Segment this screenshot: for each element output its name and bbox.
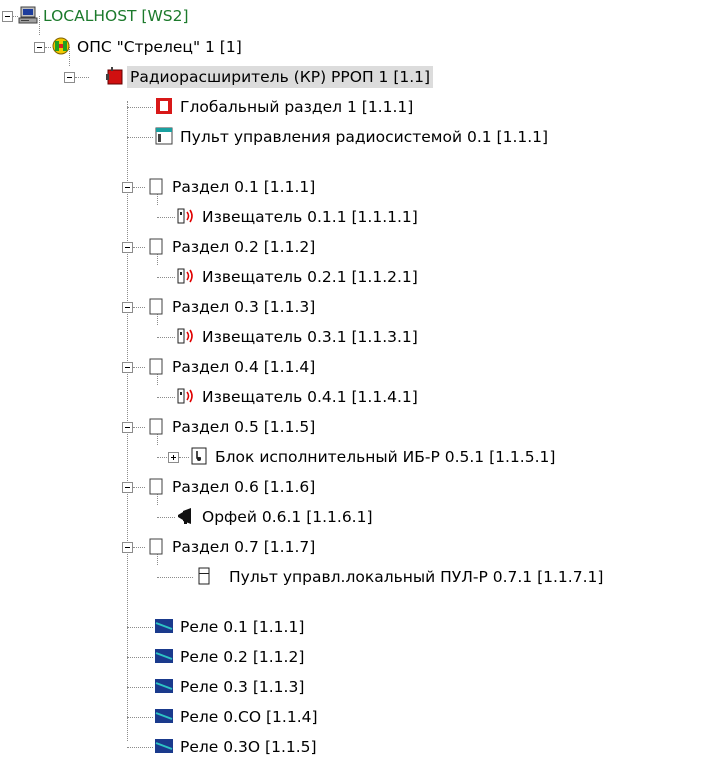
section-icon [149,178,163,195]
section-icon [149,298,163,315]
tree-node-detector[interactable]: Извещатель 0.4.1 [1.1.4.1] [0,382,724,412]
collapse-toggle[interactable] [122,422,133,433]
control-panel-icon [155,127,173,145]
tree-node-section[interactable]: Раздел 0.2 [1.1.2] [0,232,724,262]
node-label: Раздел 0.7 [1.1.7] [172,538,316,556]
node-label: Извещатель 0.1.1 [1.1.1.1] [202,208,418,226]
node-label: Реле 0.2 [1.1.2] [180,648,305,666]
node-label: Глобальный раздел 1 [1.1.1] [180,98,414,116]
strelets-panel-icon [52,37,70,55]
collapse-toggle[interactable] [122,482,133,493]
section-icon [149,538,163,555]
tree-node-section[interactable]: Раздел 0.1 [1.1.1] [0,172,724,202]
radio-expander-icon [106,67,123,85]
section-icon [149,238,163,255]
detector-icon [177,268,193,284]
siren-icon [178,508,191,524]
detector-icon [177,328,193,344]
node-label: Пульт управл.локальный ПУЛ-Р 0.7.1 [1.1.… [229,568,604,586]
section-icon [149,418,163,435]
tree-node-relay[interactable]: Реле 0.2 [1.1.2] [0,642,724,672]
node-label: Блок исполнительный ИБ-Р 0.5.1 [1.1.5.1] [215,448,556,466]
tree-node-local-panel[interactable]: Пульт управл.локальный ПУЛ-Р 0.7.1 [1.1.… [0,562,724,592]
tree-node-localhost[interactable]: LOCALHOST [WS2] [0,1,724,31]
tree-node-global-section[interactable]: Глобальный раздел 1 [1.1.1] [0,92,724,122]
local-panel-icon [198,567,210,585]
tree-node-detector[interactable]: Извещатель 0.1.1 [1.1.1.1] [0,202,724,232]
tree-node-relay[interactable]: Реле 0.1 [1.1.1] [0,612,724,642]
node-label: Пульт управления радиосистемой 0.1 [1.1.… [180,128,549,146]
global-section-icon [156,98,172,114]
tree-node-detector[interactable]: Извещатель 0.3.1 [1.1.3.1] [0,322,724,352]
collapse-toggle[interactable] [122,242,133,253]
tree-node-section[interactable]: Раздел 0.7 [1.1.7] [0,532,724,562]
device-tree: LOCALHOST [WS2] ОПС "Стрелец" 1 [1] Ради… [0,0,724,767]
relay-icon [155,679,173,693]
collapse-toggle[interactable] [122,182,133,193]
node-label: Раздел 0.3 [1.1.3] [172,298,316,316]
detector-icon [177,208,193,224]
tree-node-section[interactable]: Раздел 0.4 [1.1.4] [0,352,724,382]
actuator-block-icon [191,447,207,465]
tree-node-control-panel[interactable]: Пульт управления радиосистемой 0.1 [1.1.… [0,122,724,152]
tree-node-radio-expander[interactable]: Радиорасширитель (КР) РРОП 1 [1.1] [0,62,724,92]
collapse-toggle[interactable] [34,42,45,53]
collapse-toggle[interactable] [64,72,75,83]
expand-toggle[interactable] [168,452,179,463]
relay-icon [155,709,173,723]
node-label: Реле 0.CO [1.1.4] [180,708,318,726]
tree-node-section[interactable]: Раздел 0.6 [1.1.6] [0,472,724,502]
node-label: Реле 0.3 [1.1.3] [180,678,305,696]
section-icon [149,358,163,375]
collapse-toggle[interactable] [122,542,133,553]
tree-node-section[interactable]: Раздел 0.3 [1.1.3] [0,292,724,322]
node-label: Извещатель 0.2.1 [1.1.2.1] [202,268,418,286]
tree-node-relay[interactable]: Реле 0.CO [1.1.4] [0,702,724,732]
collapse-toggle[interactable] [122,302,133,313]
computer-icon [18,6,38,24]
node-label: Извещатель 0.4.1 [1.1.4.1] [202,388,418,406]
node-label: Раздел 0.1 [1.1.1] [172,178,316,196]
tree-node-actuator-block[interactable]: Блок исполнительный ИБ-Р 0.5.1 [1.1.5.1] [0,442,724,472]
node-label: Раздел 0.6 [1.1.6] [172,478,316,496]
tree-node-ops-strelets[interactable]: ОПС "Стрелец" 1 [1] [0,32,724,62]
node-label: Раздел 0.5 [1.1.5] [172,418,316,436]
tree-node-relay[interactable]: Реле 0.3 [1.1.3] [0,672,724,702]
node-label: Раздел 0.4 [1.1.4] [172,358,316,376]
section-icon [149,478,163,495]
node-label: Реле 0.1 [1.1.1] [180,618,305,636]
node-label: Извещатель 0.3.1 [1.1.3.1] [202,328,418,346]
node-label: LOCALHOST [WS2] [43,7,189,25]
relay-icon [155,739,173,753]
tree-node-relay[interactable]: Реле 0.3O [1.1.5] [0,732,724,762]
relay-icon [155,619,173,633]
node-label: ОПС "Стрелец" 1 [1] [77,38,242,56]
collapse-toggle[interactable] [2,11,13,22]
node-label: Радиорасширитель (КР) РРОП 1 [1.1] [127,66,434,88]
tree-node-detector[interactable]: Извещатель 0.2.1 [1.1.2.1] [0,262,724,292]
tree-node-siren[interactable]: Орфей 0.6.1 [1.1.6.1] [0,502,724,532]
collapse-toggle[interactable] [122,362,133,373]
tree-node-section[interactable]: Раздел 0.5 [1.1.5] [0,412,724,442]
relay-icon [155,649,173,663]
node-label: Орфей 0.6.1 [1.1.6.1] [202,508,373,526]
node-label: Раздел 0.2 [1.1.2] [172,238,316,256]
node-label: Реле 0.3O [1.1.5] [180,738,317,756]
detector-icon [177,388,193,404]
